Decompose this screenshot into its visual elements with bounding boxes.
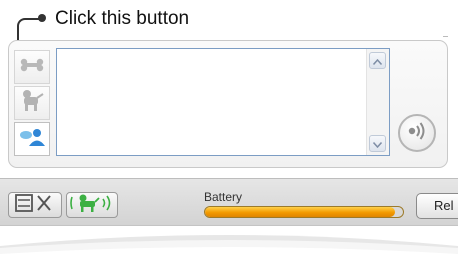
bone-icon [19, 58, 45, 77]
speak-button[interactable] [398, 114, 436, 152]
side-tabs [14, 50, 50, 158]
dog-sound-icon [69, 193, 115, 218]
side-tab-bone[interactable] [14, 50, 50, 84]
release-button[interactable]: Rel [416, 193, 458, 219]
battery-label: Battery [204, 190, 243, 204]
dog-icon [19, 88, 45, 119]
screen-close-button[interactable] [8, 192, 62, 218]
scroll-down-button[interactable] [369, 135, 386, 152]
scroll-up-button[interactable] [369, 52, 386, 69]
callout-text: Click this button [55, 8, 190, 29]
battery-level-fill [205, 207, 396, 217]
side-tab-dog[interactable] [14, 86, 50, 120]
chevron-down-icon [372, 135, 383, 153]
side-tab-chat[interactable] [14, 122, 50, 156]
chevron-up-icon [372, 52, 383, 70]
speaker-waves-icon [405, 120, 429, 147]
panel-corner-mark [443, 36, 448, 37]
dog-sound-button[interactable] [66, 192, 118, 218]
message-scrollbar[interactable] [366, 49, 389, 155]
chat-people-icon [18, 126, 46, 153]
message-textarea[interactable] [56, 48, 390, 156]
screen-close-icon [13, 193, 57, 218]
bottom-curve-shape [0, 235, 458, 269]
battery-bar [204, 206, 404, 218]
callout-dot [38, 14, 46, 22]
